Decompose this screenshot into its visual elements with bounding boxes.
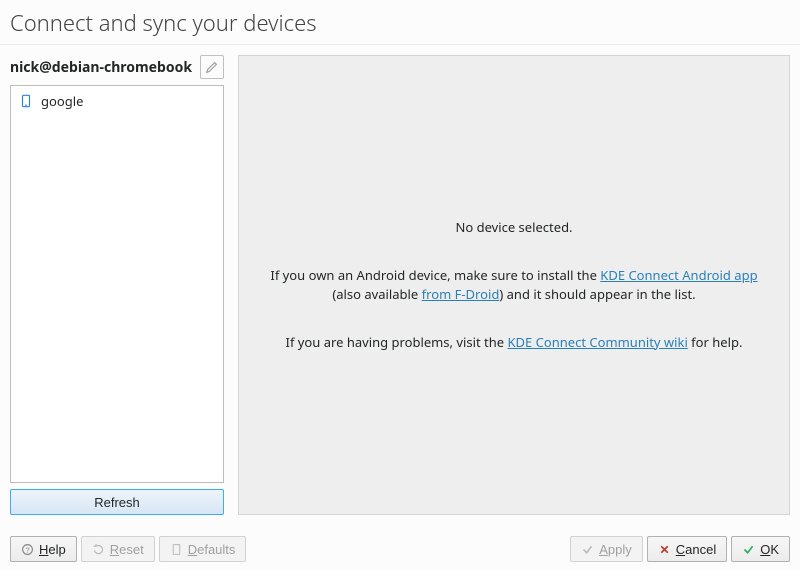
refresh-button[interactable]: Refresh — [10, 489, 224, 515]
smartphone-icon — [19, 94, 33, 108]
text: (also available — [332, 285, 421, 303]
close-icon — [658, 543, 671, 556]
apply-button: Apply — [570, 536, 643, 562]
document-icon — [170, 543, 183, 556]
hostname-row: nick@debian-chromebook — [10, 55, 224, 79]
reset-button: Reset — [81, 536, 155, 562]
help-icon: ? — [21, 543, 34, 556]
community-wiki-link[interactable]: KDE Connect Community wiki — [507, 333, 687, 351]
check-icon — [581, 543, 594, 556]
undo-icon — [92, 543, 105, 556]
kde-connect-android-link[interactable]: KDE Connect Android app — [600, 266, 757, 284]
label: Help — [39, 542, 66, 557]
label: Defaults — [188, 542, 236, 557]
main-area: nick@debian-chromebook google Refresh No… — [0, 45, 800, 521]
no-device-message: No device selected. — [455, 218, 572, 238]
device-item[interactable]: google — [11, 90, 223, 112]
fdroid-link[interactable]: from F-Droid — [422, 285, 500, 303]
device-name: google — [41, 92, 83, 110]
text: for help. — [688, 333, 743, 351]
pencil-icon — [205, 60, 219, 74]
ok-button[interactable]: OK — [731, 536, 790, 562]
label: Cancel — [676, 542, 716, 557]
label: Apply — [599, 542, 632, 557]
text: ) and it should appear in the list. — [499, 285, 695, 303]
check-icon — [742, 543, 755, 556]
text: If you own an Android device, make sure … — [270, 266, 600, 284]
help-button[interactable]: ? Help — [10, 536, 77, 562]
title-bar: Connect and sync your devices — [0, 0, 800, 45]
svg-text:?: ? — [25, 545, 29, 554]
help-message: If you are having problems, visit the KD… — [286, 333, 743, 353]
button-bar: ? Help Reset Defaults Apply Cancel OK — [10, 536, 790, 562]
label: OK — [760, 542, 779, 557]
defaults-button: Defaults — [159, 536, 247, 562]
hostname-label: nick@debian-chromebook — [10, 58, 194, 77]
detail-panel: No device selected. If you own an Androi… — [238, 55, 790, 515]
page-title: Connect and sync your devices — [10, 8, 790, 38]
left-panel: nick@debian-chromebook google Refresh — [10, 55, 224, 515]
text: If you are having problems, visit the — [286, 333, 508, 351]
cancel-button[interactable]: Cancel — [647, 536, 727, 562]
edit-hostname-button[interactable] — [200, 55, 224, 79]
device-list[interactable]: google — [10, 85, 224, 483]
android-message: If you own an Android device, make sure … — [257, 266, 771, 305]
label: Reset — [110, 542, 144, 557]
